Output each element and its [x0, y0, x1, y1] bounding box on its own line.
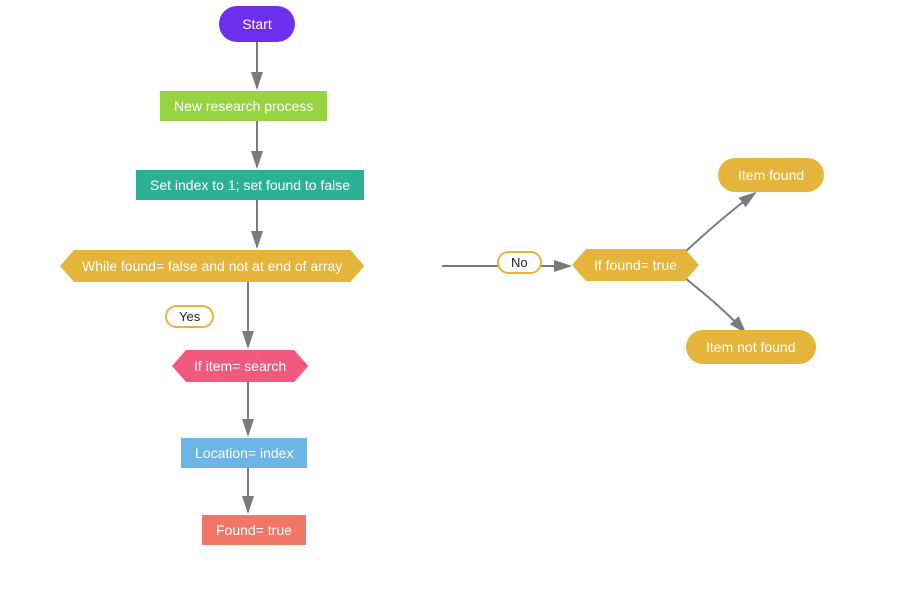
yes-label: Yes	[165, 305, 214, 328]
location-label: Location= index	[195, 445, 293, 461]
set-index-node: Set index to 1; set found to false	[136, 170, 364, 200]
if-item-label: If item= search	[194, 358, 286, 374]
item-not-found-label: Item not found	[706, 339, 796, 355]
new-research-label: New research process	[174, 98, 313, 114]
found-true-label: Found= true	[216, 522, 292, 538]
item-not-found-node: Item not found	[686, 330, 816, 364]
location-node: Location= index	[181, 438, 307, 468]
start-node: Start	[219, 6, 295, 42]
flow-arrows	[0, 0, 900, 600]
if-found-label: If found= true	[594, 257, 677, 273]
item-found-node: Item found	[718, 158, 824, 192]
start-label: Start	[242, 16, 272, 32]
new-research-node: New research process	[160, 91, 327, 121]
if-item-node: If item= search	[172, 350, 308, 382]
if-found-node: If found= true	[572, 249, 699, 281]
while-condition-node: While found= false and not at end of arr…	[60, 250, 364, 282]
no-label: No	[497, 251, 542, 274]
found-true-node: Found= true	[202, 515, 306, 545]
item-found-label: Item found	[738, 167, 804, 183]
while-condition-label: While found= false and not at end of arr…	[82, 258, 342, 274]
set-index-label: Set index to 1; set found to false	[150, 177, 350, 193]
